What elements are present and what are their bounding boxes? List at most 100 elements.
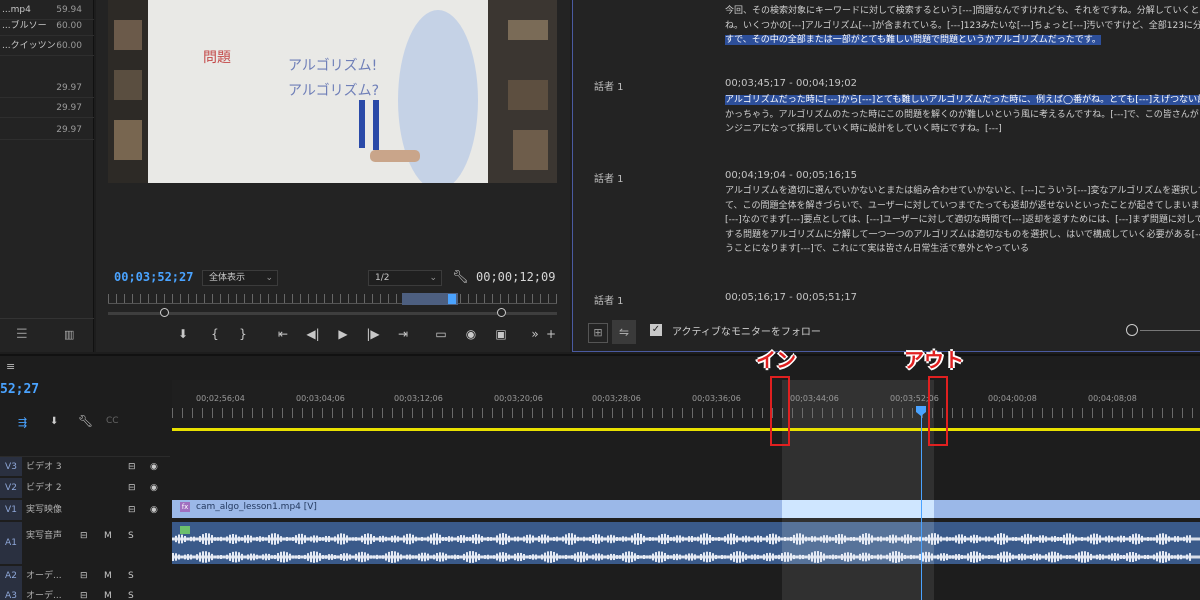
ruler-tick-label: 00;04;08;08: [1088, 394, 1137, 403]
transcript-line[interactable]: ンジニアになって採用していく時に設計をしていく時にですね。[---]: [725, 122, 1200, 137]
mute-button[interactable]: M: [104, 522, 112, 550]
solo-button[interactable]: S: [128, 522, 134, 550]
transcript-line[interactable]: すで、その中の全部または一部がとても難しい問題で問題というかアルゴリズムだったで…: [725, 33, 1200, 48]
timeline-timecode[interactable]: 52;27: [0, 382, 39, 397]
solo-button[interactable]: S: [128, 586, 134, 600]
track-id[interactable]: A2: [0, 566, 22, 586]
segment-timecode[interactable]: 00;03;45;17 - 00;04;19;02: [725, 78, 857, 89]
waveform-bar: [643, 535, 645, 543]
monitor-ruler[interactable]: [108, 294, 557, 304]
waveform-bar: [532, 535, 534, 543]
zoom-handle-left[interactable]: [160, 308, 169, 317]
transcript-line[interactable]: アルゴリズムを適切に選んでいかないとまたは組み合わせていかないと、[---]こう…: [725, 184, 1200, 199]
mute-button[interactable]: M: [104, 586, 112, 600]
transcript-line[interactable]: て、この問題全体を解きづらいで、ユーザーに対していつまでたっても返却が返せないと…: [725, 199, 1200, 214]
go-to-in-icon[interactable]: ⇤: [274, 325, 292, 343]
sync-lock-icon[interactable]: ⊟: [128, 478, 136, 498]
segment-timecode[interactable]: 00;04;19;04 - 00;05;16;15: [725, 170, 857, 181]
waveform-bar: [583, 536, 585, 542]
waveform-bar: [436, 533, 438, 545]
work-area-bar[interactable]: [172, 428, 1200, 431]
solo-button[interactable]: S: [128, 566, 134, 586]
waveform-bar: [214, 537, 216, 541]
track-id[interactable]: A1: [0, 522, 22, 564]
sync-lock-icon[interactable]: ⊟: [128, 457, 136, 477]
snap-icon[interactable]: ⇶: [18, 416, 27, 429]
compare-view-icon[interactable]: ▣: [492, 325, 510, 343]
export-frame-icon[interactable]: ◉: [462, 325, 480, 343]
list-item[interactable]: ...クイッツン 60.00: [0, 36, 94, 56]
waveform-bar: [517, 536, 519, 542]
mark-out-icon[interactable]: }: [234, 325, 252, 343]
captions-track-icon[interactable]: CC: [106, 416, 119, 426]
segment-timecode[interactable]: 00;05;16;17 - 00;05;51;17: [725, 292, 857, 303]
add-marker-icon[interactable]: ⬇: [50, 416, 58, 427]
wrench-icon[interactable]: 🔧︎: [78, 414, 93, 428]
monitor-playhead[interactable]: [448, 294, 456, 304]
list-view-icon[interactable]: ☰: [16, 327, 28, 342]
waveform-bar: [508, 554, 510, 560]
monitor-zoom-bar[interactable]: [108, 312, 557, 315]
list-item[interactable]: 29.97: [0, 78, 94, 98]
speaker-label[interactable]: 話者 1: [594, 78, 624, 93]
track-name: 実写音声: [26, 531, 63, 541]
list-item[interactable]: 29.97: [0, 120, 94, 140]
timeline-menu-icon[interactable]: ≡: [6, 360, 15, 373]
list-item[interactable]: 29.97: [0, 98, 94, 118]
transcript-line[interactable]: する問題をアルゴリズムに分解して一つ一つのアルゴリズムは適切なものを選択し、はい…: [725, 228, 1200, 243]
transcript-line[interactable]: アルゴリズムだった時に[---]から[---]とても難しいアルゴリズムだった時に…: [725, 93, 1200, 108]
eye-icon[interactable]: ◉: [150, 500, 158, 520]
current-timecode[interactable]: 00;03;52;27: [114, 270, 193, 284]
lift-icon[interactable]: ▭: [432, 325, 450, 343]
list-item[interactable]: ...ブルソー 60.00: [0, 16, 94, 36]
track-id[interactable]: V2: [0, 478, 22, 498]
speaker-label[interactable]: 話者 1: [594, 170, 624, 185]
step-back-icon[interactable]: ◀|: [304, 325, 322, 343]
eye-icon[interactable]: ◉: [150, 478, 158, 498]
waveform-bar: [298, 533, 300, 545]
follow-checkbox[interactable]: ✓: [650, 324, 662, 336]
track-id[interactable]: A3: [0, 586, 22, 600]
zoom-handle-right[interactable]: [497, 308, 506, 317]
playhead-line[interactable]: [921, 408, 922, 600]
zoom-select[interactable]: 全体表示 ⌄: [202, 270, 278, 286]
sync-lock-icon[interactable]: ⊟: [80, 566, 88, 586]
sync-lock-icon[interactable]: ⊟: [80, 522, 88, 550]
waveform-bar: [271, 533, 273, 545]
transcript-line[interactable]: ね。いくつかの[---]アルゴリズム[---]が含まれている。[---]123み…: [725, 19, 1200, 34]
eye-icon[interactable]: ◉: [150, 457, 158, 477]
mute-button[interactable]: M: [104, 566, 112, 586]
mark-in-icon[interactable]: {: [206, 325, 224, 343]
marker-icon[interactable]: ⬇: [174, 325, 192, 343]
waveform-bar: [436, 553, 438, 561]
quality-select-value: 1/2: [375, 273, 390, 283]
track-id[interactable]: V1: [0, 500, 22, 520]
zoom-select-value: 全体表示: [209, 273, 246, 283]
waveform-bar: [985, 555, 987, 559]
zoom-slider-handle[interactable]: [1126, 324, 1138, 336]
sync-lock-icon[interactable]: ⊟: [128, 500, 136, 520]
captions-icon[interactable]: ⊞: [588, 323, 608, 343]
step-forward-icon[interactable]: |▶: [364, 325, 382, 343]
transcript-line[interactable]: [---]なのでまず[---]要点としては、[---]ユーザーに対して適切な時間…: [725, 213, 1200, 228]
transcript-line[interactable]: うことになります[---]で、これにて実は皆さん日常生活で意外とやっている: [725, 242, 1200, 257]
transcript-line[interactable]: かっちゃう。アルゴリズムのたった時にこの問題を解くのが難しいという風に考えるんで…: [725, 108, 1200, 123]
wrench-icon[interactable]: 🔧︎: [452, 270, 469, 285]
sync-lock-icon[interactable]: ⊟: [80, 586, 88, 600]
add-button-icon[interactable]: +: [542, 325, 560, 343]
sync-icon[interactable]: ⇋: [612, 320, 636, 344]
waveform-bar: [295, 555, 297, 559]
zoom-slider-track[interactable]: [1140, 330, 1200, 331]
waveform-bar: [811, 552, 813, 562]
play-icon[interactable]: ▶: [334, 325, 352, 343]
video-scene: アルゴリズム! アルゴリズム? 問題: [108, 0, 557, 183]
video-clip[interactable]: [172, 500, 1200, 518]
transcript-line[interactable]: 今回、その検索対象にキーワードに対して検索するという[---]問題なんですけれど…: [725, 4, 1200, 19]
speaker-label[interactable]: 話者 1: [594, 292, 624, 307]
track-id[interactable]: V3: [0, 457, 22, 476]
bin-icon[interactable]: ▥: [64, 328, 74, 341]
waveform-bar: [661, 551, 663, 563]
waveform-bar: [427, 553, 429, 561]
quality-select[interactable]: 1/2 ⌄: [368, 270, 442, 286]
go-to-out-icon[interactable]: ⇥: [394, 325, 412, 343]
